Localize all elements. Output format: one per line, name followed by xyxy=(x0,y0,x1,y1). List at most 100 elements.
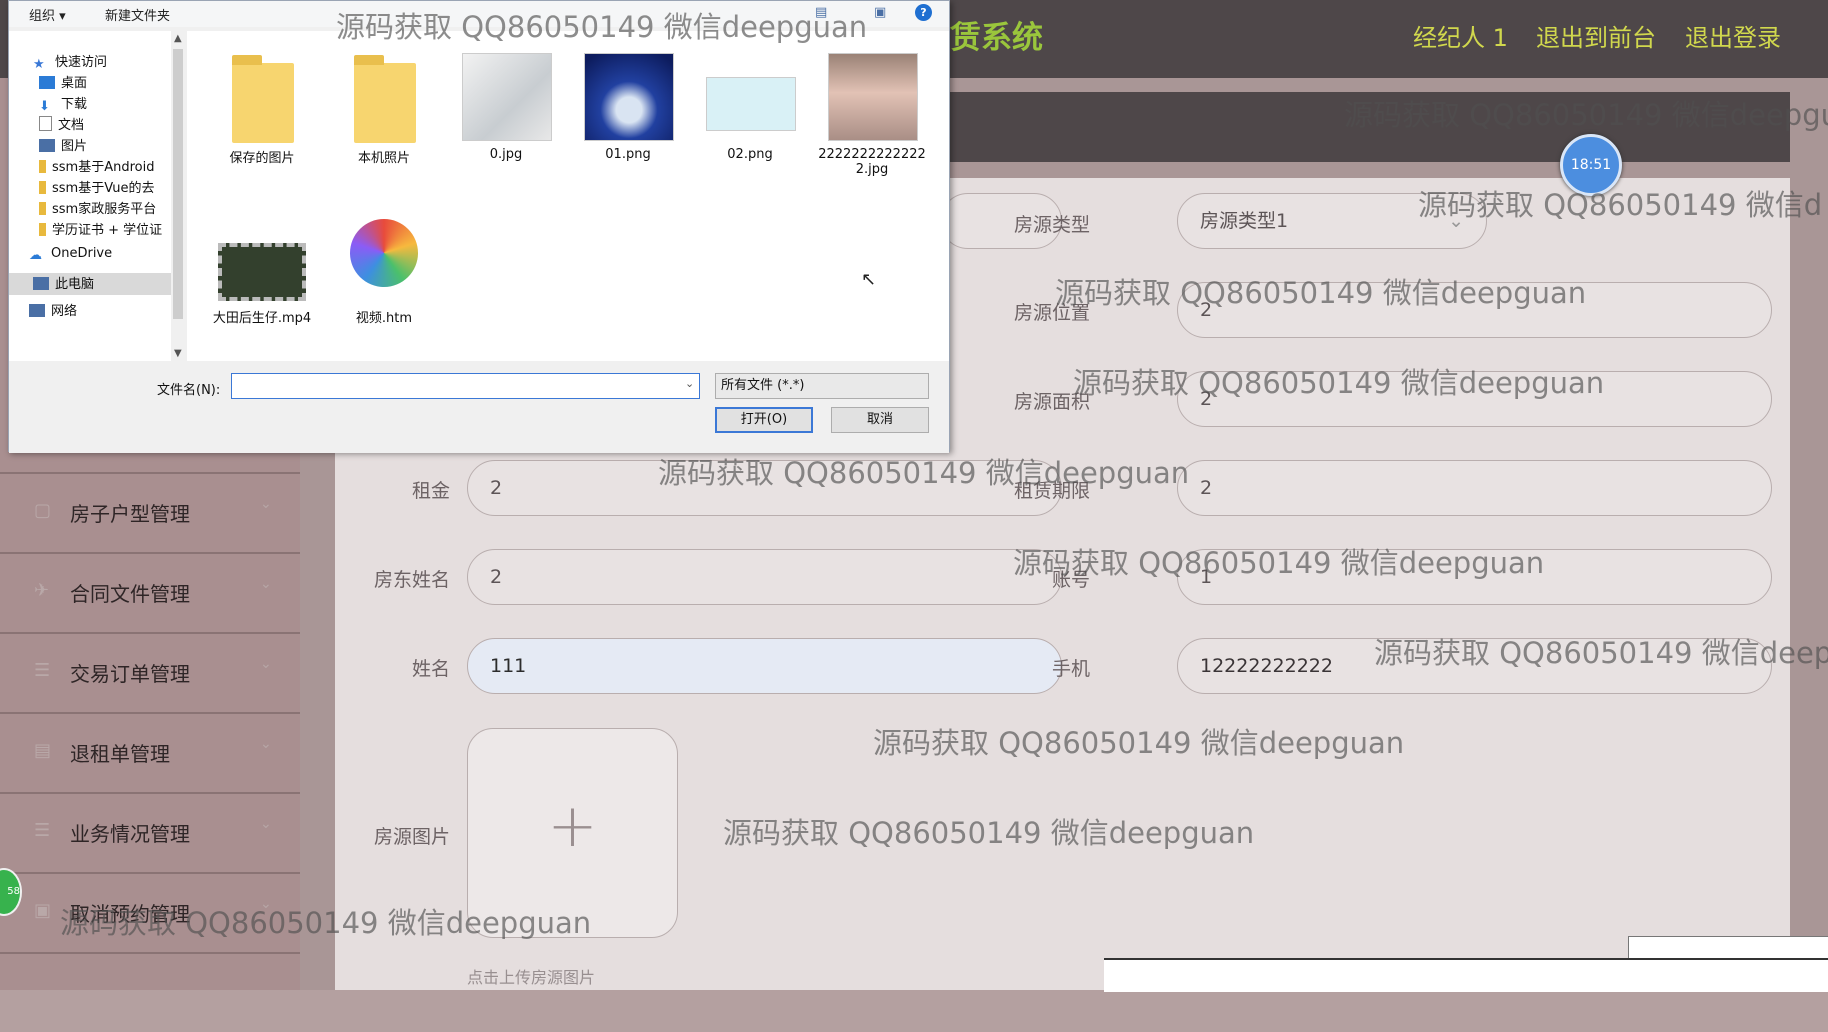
document-icon xyxy=(39,116,52,131)
square-icon: ▢ xyxy=(34,500,52,521)
sidebar-item-contract[interactable]: ✈ 合同文件管理 ⌄ xyxy=(0,552,300,632)
organize-button[interactable]: 组织 ▾ xyxy=(29,5,66,24)
clock-widget[interactable]: 18:51 xyxy=(1560,134,1622,196)
folder-icon xyxy=(39,223,46,236)
nav-label: 图片 xyxy=(61,139,88,154)
chevron-down-icon[interactable]: ⌄ xyxy=(685,377,694,390)
new-folder-button[interactable]: 新建文件夹 xyxy=(105,5,170,24)
image-thumbnail-icon xyxy=(584,53,674,141)
image-thumbnail-icon xyxy=(706,77,796,131)
cloud-icon: ☁ xyxy=(29,248,42,263)
network-icon xyxy=(29,304,45,317)
open-button[interactable]: 打开(O) xyxy=(715,407,813,433)
chevron-down-icon: ⌄ xyxy=(1448,210,1464,232)
landlord-label: 房东姓名 xyxy=(373,569,450,591)
file-item[interactable]: 保存的图片 xyxy=(207,41,317,166)
nav-this-pc[interactable]: 此电脑 xyxy=(9,273,171,295)
file-name: 0.jpg xyxy=(489,147,523,162)
landlord-input[interactable]: 2 xyxy=(467,549,1062,605)
file-item[interactable]: 0.jpg xyxy=(451,41,561,162)
filetype-select[interactable]: 所有文件 (*.*) xyxy=(715,373,929,399)
rent-label: 租金 xyxy=(411,480,450,502)
lease-label: 租赁期限 xyxy=(1013,480,1090,502)
house-type-select[interactable]: 房源类型1 ⌄ xyxy=(1177,193,1487,249)
file-name: 保存的图片 xyxy=(229,151,295,166)
view-icon[interactable]: ▤ xyxy=(815,5,827,20)
nav-label: 下载 xyxy=(61,97,88,112)
file-list: 保存的图片 本机照片 0.jpg 01.png 02.png 222222222… xyxy=(187,31,949,361)
video-thumbnail-icon xyxy=(218,243,306,301)
lease-input[interactable]: 2 xyxy=(1177,460,1772,516)
sidebar-divider xyxy=(0,952,300,1032)
nav-label: 快速访问 xyxy=(55,55,108,70)
file-item[interactable]: 视频.htm xyxy=(329,201,439,326)
house-type-label: 房源类型 xyxy=(1013,214,1090,236)
file-item[interactable]: 大田后生仔.mp4 xyxy=(207,201,317,326)
nav-scrollbar[interactable]: ▲ ▼ xyxy=(171,31,185,361)
image-thumbnail-icon xyxy=(462,53,552,141)
file-name: 视频.htm xyxy=(355,311,413,326)
sidebar-item-label: 房子户型管理 xyxy=(70,502,190,526)
filename-input[interactable] xyxy=(231,373,700,399)
account-input[interactable]: 1 xyxy=(1177,549,1772,605)
preview-pane-icon[interactable]: ▣ xyxy=(874,5,886,20)
chevron-down-icon: ⌄ xyxy=(260,496,272,512)
sidebar-item-cancel-booking[interactable]: ▣ 取消预约管理 ⌄ xyxy=(0,872,300,952)
nav-onedrive[interactable]: ☁ OneDrive xyxy=(29,246,191,268)
scroll-up-icon[interactable]: ▲ xyxy=(174,33,182,44)
nav-label: 桌面 xyxy=(61,76,88,91)
image-thumbnail-icon xyxy=(828,53,918,141)
navigation-pane: ★ 快速访问 桌面 ⬇ 下载 文档 图片 ssm基于Android ssm基于Vue… xyxy=(9,31,185,361)
content-header-band xyxy=(940,92,1790,162)
phone-input[interactable]: 12222222222 xyxy=(1177,638,1772,694)
sidebar-item-business[interactable]: ☰ 业务情况管理 ⌄ xyxy=(0,792,300,872)
sidebar-item-checkout[interactable]: ▤ 退租单管理 ⌄ xyxy=(0,712,300,792)
image-upload[interactable]: + xyxy=(467,728,678,938)
file-item[interactable]: 本机照片 xyxy=(329,41,439,166)
download-icon: ⬇ xyxy=(39,99,50,114)
app-title: 赁系统 xyxy=(950,20,1043,56)
desktop-icon xyxy=(39,76,55,89)
folder-icon xyxy=(39,160,46,173)
folder-icon xyxy=(232,55,294,143)
nav-label: OneDrive xyxy=(51,246,113,261)
file-item[interactable]: 02.png xyxy=(695,41,805,162)
chevron-down-icon: ⌄ xyxy=(260,896,272,912)
chevron-down-icon: ⌄ xyxy=(260,736,272,752)
name-input[interactable]: 111 xyxy=(467,638,1062,694)
file-name: 大田后生仔.mp4 xyxy=(212,311,312,326)
file-name: 22222222222222.jpg xyxy=(818,147,926,177)
sidebar-item-label: 退租单管理 xyxy=(70,742,170,766)
rent-input[interactable]: 2 xyxy=(467,460,1062,516)
area-label: 房源面积 xyxy=(1013,391,1090,413)
chevron-down-icon: ⌄ xyxy=(260,656,272,672)
sidebar-item-label: 业务情况管理 xyxy=(70,822,190,846)
logout-link[interactable]: 退出登录 xyxy=(1685,18,1781,53)
sidebar-item-orders[interactable]: ☰ 交易订单管理 ⌄ xyxy=(0,632,300,712)
nav-label: ssm基于Vue的去 xyxy=(52,181,155,196)
area-input[interactable]: 2 xyxy=(1177,371,1772,427)
file-item[interactable]: 01.png xyxy=(573,41,683,162)
mouse-cursor-icon: ↖ xyxy=(861,269,877,290)
computer-icon xyxy=(33,277,49,290)
scroll-down-icon[interactable]: ▼ xyxy=(174,348,182,359)
folder-icon xyxy=(354,55,416,143)
image-label: 房源图片 xyxy=(373,826,450,848)
nav-network[interactable]: 网络 xyxy=(29,300,191,322)
chevron-down-icon: ⌄ xyxy=(260,816,272,832)
sidebar-item-house-type[interactable]: ▢ 房子户型管理 ⌄ xyxy=(0,472,300,552)
file-item[interactable]: 22222222222222.jpg xyxy=(817,41,927,177)
taskbar-fragment xyxy=(1628,936,1828,960)
picture-icon xyxy=(39,139,55,152)
list-icon: ☰ xyxy=(34,660,51,681)
back-to-front-link[interactable]: 退出到前台 xyxy=(1536,18,1656,53)
help-icon[interactable]: ? xyxy=(915,4,932,21)
location-label: 房源位置 xyxy=(1013,302,1090,324)
user-link[interactable]: 经纪人 1 xyxy=(1413,18,1508,53)
scroll-thumb[interactable] xyxy=(173,49,183,319)
location-input[interactable]: 2 xyxy=(1177,282,1772,338)
chevron-down-icon: ⌄ xyxy=(260,576,272,592)
cancel-button[interactable]: 取消 xyxy=(831,407,929,433)
nav-label: 此电脑 xyxy=(55,277,95,292)
sidebar-item-label: 合同文件管理 xyxy=(70,582,190,606)
